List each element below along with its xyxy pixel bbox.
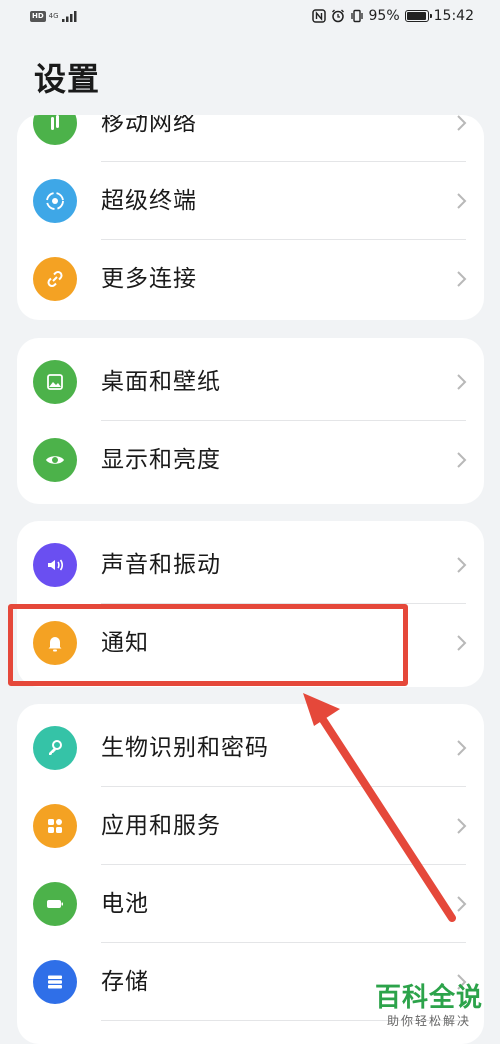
chevron-right-icon xyxy=(457,271,467,287)
settings-group-connectivity: 移动网络 超级终端 更多连接 xyxy=(17,115,484,320)
settings-item-label: 显示和亮度 xyxy=(101,447,221,473)
settings-item-label: 更多连接 xyxy=(101,266,197,292)
chevron-right-icon xyxy=(457,740,467,756)
chevron-right-icon xyxy=(457,193,467,209)
settings-item-biometrics-password[interactable]: 生物识别和密码 xyxy=(17,709,484,787)
key-icon xyxy=(33,726,77,770)
status-bar: HD 4G 95% 15:42 xyxy=(0,0,500,38)
clock: 15:42 xyxy=(433,8,474,24)
settings-item-label: 桌面和壁纸 xyxy=(101,369,221,395)
apps-icon xyxy=(33,804,77,848)
chevron-right-icon xyxy=(457,896,467,912)
watermark-title: 百科全说 xyxy=(374,983,483,1013)
network-type-label: 4G xyxy=(48,12,59,20)
nfc-icon xyxy=(311,9,326,23)
chevron-right-icon xyxy=(457,452,467,468)
settings-item-label: 超级终端 xyxy=(101,188,197,214)
battery-level-fill xyxy=(406,12,426,20)
settings-item-more-connections[interactable]: 更多连接 xyxy=(17,240,484,318)
settings-item-super-device[interactable]: 超级终端 xyxy=(17,162,484,240)
link-icon xyxy=(33,257,77,301)
settings-item-display-brightness[interactable]: 显示和亮度 xyxy=(17,421,484,499)
settings-item-apps-services[interactable]: 应用和服务 xyxy=(17,787,484,865)
chevron-right-icon xyxy=(457,374,467,390)
page-title: 设置 xyxy=(34,60,101,98)
settings-item-wallpaper[interactable]: 桌面和壁纸 xyxy=(17,343,484,421)
mobile-network-icon xyxy=(33,115,77,145)
hd-badge: HD xyxy=(30,10,46,22)
settings-item-label: 声音和振动 xyxy=(101,552,221,578)
watermark-logo: 百科全说 助你轻松解决 xyxy=(372,983,486,1029)
signal-icon xyxy=(61,11,77,22)
battery-percent: 95% xyxy=(368,8,400,24)
settings-group-display: 桌面和壁纸 显示和亮度 xyxy=(17,338,484,504)
vibrate-icon xyxy=(350,9,363,23)
chevron-right-icon xyxy=(457,557,467,573)
settings-item-label: 存储 xyxy=(101,969,149,995)
battery-icon xyxy=(404,10,432,22)
settings-item-label: 生物识别和密码 xyxy=(101,735,269,761)
status-bar-left: HD 4G xyxy=(30,10,78,22)
settings-item-label: 移动网络 xyxy=(101,115,197,136)
settings-item-label: 应用和服务 xyxy=(101,813,221,839)
speaker-icon xyxy=(33,543,77,587)
settings-item-mobile-network[interactable]: 移动网络 xyxy=(17,115,484,162)
battery-setting-icon xyxy=(33,882,77,926)
chevron-right-icon xyxy=(457,635,467,651)
chevron-right-icon xyxy=(457,818,467,834)
storage-icon xyxy=(33,960,77,1004)
highlight-box xyxy=(8,604,408,686)
settings-item-label: 电池 xyxy=(101,891,149,917)
alarm-icon xyxy=(331,9,344,23)
watermark-subtitle: 助你轻松解决 xyxy=(386,1014,471,1028)
status-bar-right: 95% 15:42 xyxy=(311,8,474,24)
settings-item-battery[interactable]: 电池 xyxy=(17,865,484,943)
settings-item-sound-vibration[interactable]: 声音和振动 xyxy=(17,526,484,604)
super-device-icon xyxy=(33,179,77,223)
chevron-right-icon xyxy=(457,115,467,131)
wallpaper-icon xyxy=(33,360,77,404)
eye-icon xyxy=(33,438,77,482)
